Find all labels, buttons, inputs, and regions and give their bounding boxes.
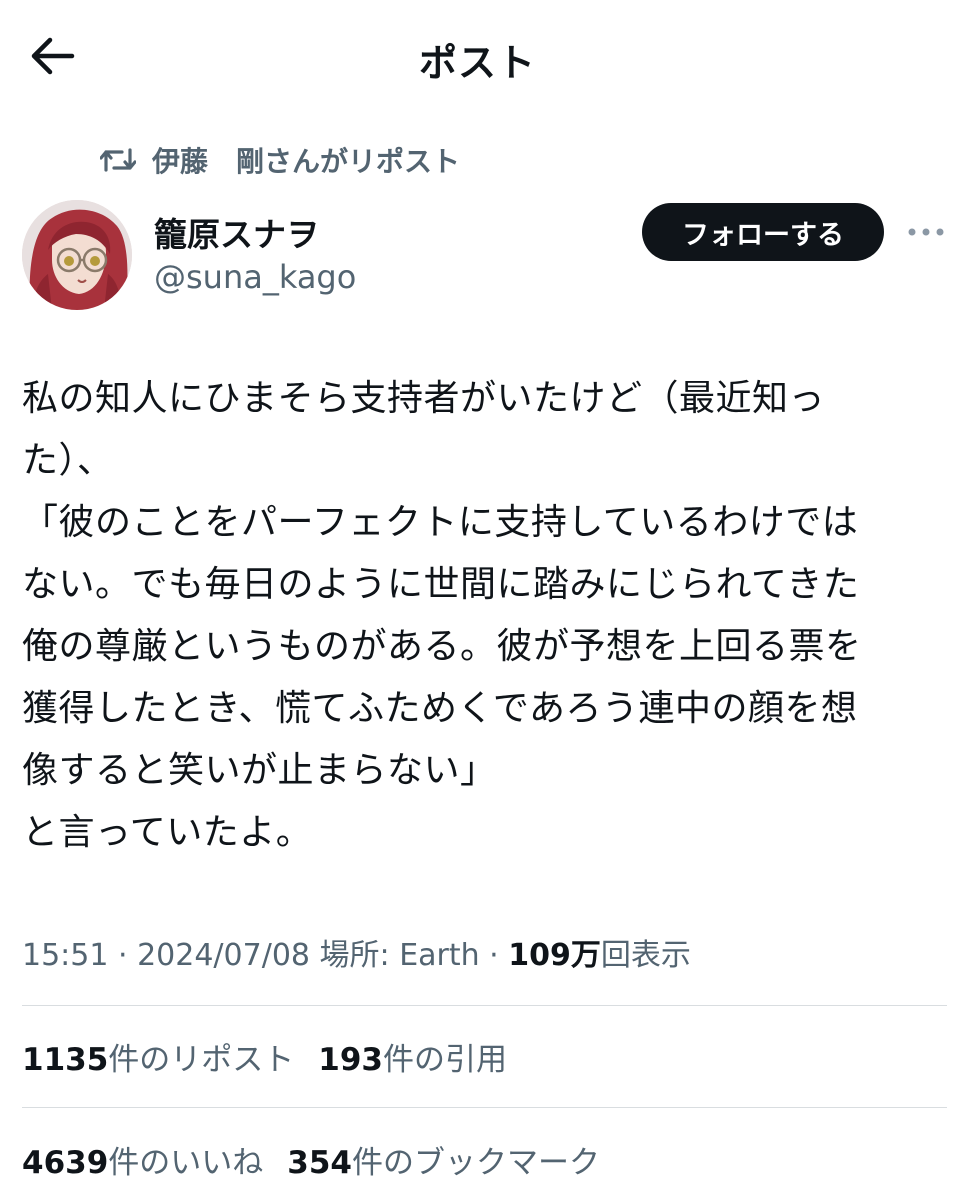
meta-separator: · — [479, 938, 509, 973]
post-time[interactable]: 15:51 — [22, 938, 108, 973]
views-count: 109万 — [508, 938, 601, 973]
more-options-icon — [908, 228, 944, 236]
author-handle[interactable]: @suna_kago — [154, 258, 356, 296]
avatar[interactable] — [22, 200, 132, 310]
repost-context-text: 伊藤 剛さんがリポスト — [152, 145, 461, 178]
divider — [22, 1005, 947, 1006]
stats-row-1: 1135件のリポスト 193件の引用 — [22, 1034, 531, 1079]
repost-icon — [100, 148, 136, 172]
author-name[interactable]: 籠原スナヲ — [154, 208, 319, 256]
header: ポスト — [0, 0, 955, 110]
reposts-stat[interactable]: 1135件のリポスト — [22, 1034, 294, 1079]
bookmarks-stat[interactable]: 354件のブックマーク — [287, 1137, 600, 1182]
divider — [22, 1107, 947, 1108]
stats-row-2: 4639件のいいね 354件のブックマーク — [22, 1137, 624, 1182]
views-label: 回表示 — [600, 938, 691, 973]
page-title: ポスト — [418, 41, 536, 85]
post-meta: 15:51 · 2024/07/08 場所: Earth · 109万回表示 — [22, 930, 691, 974]
post-text: 私の知人にひまそら支持者がいたけど（最近知っ た）、 「彼のことをパーフェクトに… — [22, 378, 862, 853]
likes-stat[interactable]: 4639件のいいね — [22, 1137, 263, 1182]
follow-button[interactable]: フォローする — [642, 203, 884, 261]
meta-separator: · — [108, 938, 138, 973]
more-options-button[interactable] — [904, 216, 948, 248]
post-detail-page: ポスト 伊藤 剛さんがリポスト 籠原スナヲ @suna_kago フォローする — [0, 0, 955, 1200]
avatar-illustration — [22, 200, 132, 310]
repost-context[interactable]: 伊藤 剛さんがリポスト — [100, 140, 460, 180]
post-location: 場所: Earth — [319, 938, 480, 973]
quotes-stat[interactable]: 193件の引用 — [318, 1034, 507, 1079]
post-date[interactable]: 2024/07/08 — [137, 938, 310, 973]
